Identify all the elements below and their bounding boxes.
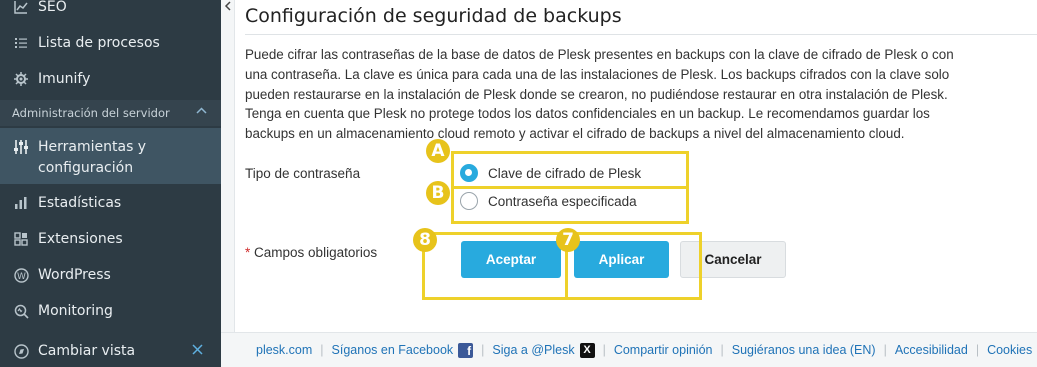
facebook-icon: f xyxy=(458,342,474,358)
footer-separator: | xyxy=(602,343,606,357)
title-divider xyxy=(245,34,1037,35)
required-fields-note: * Campos obligatorios xyxy=(245,245,377,260)
chevron-up-icon xyxy=(196,105,207,119)
footer-link-label: Síganos en Facebook xyxy=(331,343,454,357)
chevron-left-icon[interactable] xyxy=(224,0,232,14)
footer-link-accessibility[interactable]: Accesibilidad xyxy=(895,343,968,357)
annotation-box-8 xyxy=(422,232,568,300)
annotation-badge-a: A xyxy=(426,139,450,163)
compass-icon xyxy=(12,342,30,360)
footer-separator: | xyxy=(481,343,485,357)
sidebar-item-process-list[interactable]: Lista de procesos xyxy=(0,32,221,54)
footer-link-cookies[interactable]: Cookies xyxy=(987,343,1032,357)
description-line: una contraseña. La clave es única para c… xyxy=(245,66,950,82)
sidebar-item-imunify[interactable]: Imunify xyxy=(0,68,221,90)
annotation-box-b xyxy=(451,186,689,224)
sidebar-item-monitoring[interactable]: Monitoring xyxy=(0,300,221,322)
footer: plesk.com | Síganos en Facebook f | Siga… xyxy=(221,332,1037,367)
sidebar: SEO Lista de procesos Imunify Administra… xyxy=(0,0,221,367)
monitoring-icon xyxy=(12,302,30,320)
footer-link-plesk[interactable]: plesk.com xyxy=(256,343,312,357)
required-star: * xyxy=(245,245,251,260)
wordpress-icon: W xyxy=(12,266,30,284)
sidebar-item-label: Estadísticas xyxy=(38,195,122,211)
sidebar-collapse-strip[interactable] xyxy=(221,0,235,332)
sidebar-item-extensions[interactable]: Extensiones xyxy=(0,228,221,250)
label-line-2: configuración xyxy=(38,160,134,176)
description-line: Puede cifrar las contraseñas de la base … xyxy=(245,47,954,62)
description-line: pueden restaurarse en la instalación de … xyxy=(245,86,948,102)
close-icon[interactable] xyxy=(192,343,203,359)
sidebar-item-label: Imunify xyxy=(38,71,91,87)
footer-separator: | xyxy=(883,343,887,357)
list-icon xyxy=(12,34,30,52)
sliders-icon xyxy=(12,138,30,156)
sidebar-item-change-view[interactable]: Cambiar vista xyxy=(0,340,221,362)
description: Puede cifrar las contraseñas de la base … xyxy=(245,45,1035,144)
sidebar-item-label: WordPress xyxy=(38,267,111,283)
section-header-label: Administración del servidor xyxy=(12,106,170,120)
section-header-server-admin[interactable]: Administración del servidor xyxy=(0,100,221,126)
annotation-badge-7: 7 xyxy=(556,228,580,252)
extensions-icon xyxy=(12,230,30,248)
description-line: Tenga en cuenta que Plesk no protege tod… xyxy=(245,106,930,122)
sidebar-item-wordpress[interactable]: W WordPress xyxy=(0,264,221,286)
password-type-label: Tipo de contraseña xyxy=(245,166,361,181)
svg-text:W: W xyxy=(17,272,26,282)
footer-link-x[interactable]: Siga a @Plesk X xyxy=(492,342,595,358)
annotation-badge-8: 8 xyxy=(413,228,437,252)
annotation-box-7 xyxy=(565,232,702,300)
footer-separator: | xyxy=(975,343,980,357)
bar-chart-icon xyxy=(12,194,30,212)
sidebar-item-label: Herramientas y configuración xyxy=(38,137,146,179)
sidebar-item-tools-settings[interactable]: Herramientas y configuración xyxy=(0,128,221,184)
label-line-1: Herramientas y xyxy=(38,139,147,155)
required-label: Campos obligatorios xyxy=(254,245,378,260)
page-title: Configuración de seguridad de backups xyxy=(245,5,622,27)
sidebar-item-label: Monitoring xyxy=(38,303,113,319)
footer-separator: | xyxy=(320,343,324,357)
annotation-badge-b: B xyxy=(426,181,450,205)
x-icon: X xyxy=(579,342,595,358)
sidebar-item-label: Lista de procesos xyxy=(38,35,160,51)
footer-separator: | xyxy=(720,343,724,357)
gear-icon xyxy=(12,70,30,88)
annotation-box-a xyxy=(451,151,689,189)
footer-link-suggest-idea[interactable]: Sugiéranos una idea (EN) xyxy=(732,343,876,357)
sidebar-item-statistics[interactable]: Estadísticas xyxy=(0,192,221,214)
description-line: backups en un almacenamiento cloud remot… xyxy=(245,126,905,142)
sidebar-item-seo[interactable]: SEO xyxy=(0,0,221,18)
sidebar-item-label: Extensiones xyxy=(38,231,123,247)
chart-icon xyxy=(12,0,30,16)
footer-link-facebook[interactable]: Síganos en Facebook f xyxy=(331,342,474,358)
footer-link-feedback[interactable]: Compartir opinión xyxy=(614,343,713,357)
sidebar-item-label: Cambiar vista xyxy=(38,343,136,359)
sidebar-item-label: SEO xyxy=(38,0,67,15)
footer-link-label: Siga a @Plesk xyxy=(492,343,575,357)
